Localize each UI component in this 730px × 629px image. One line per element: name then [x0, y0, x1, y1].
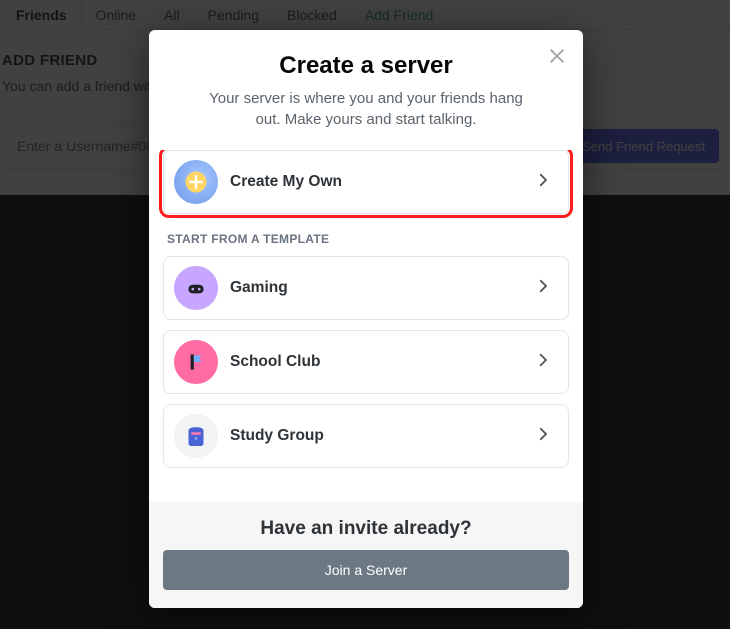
create-server-modal: Create a server Your server is where you…: [149, 30, 583, 608]
modal-options-scroll[interactable]: Create My Own START FROM A TEMPLATE Gami…: [149, 150, 583, 502]
create-own-icon: [174, 160, 218, 204]
footer-title: Have an invite already?: [163, 518, 569, 540]
option-label: Study Group: [230, 427, 534, 445]
join-server-button[interactable]: Join a Server: [163, 550, 569, 590]
study-group-icon: [174, 414, 218, 458]
overflow-spacer: [163, 478, 569, 492]
modal-subtitle: Your server is where you and your friend…: [177, 88, 555, 130]
modal-footer: Have an invite already? Join a Server: [149, 502, 583, 608]
close-icon[interactable]: [545, 44, 569, 68]
option-create-my-own[interactable]: Create My Own: [163, 150, 569, 214]
option-label: School Club: [230, 353, 534, 371]
chevron-right-icon: [534, 277, 552, 300]
option-label: Create My Own: [230, 173, 534, 191]
option-school-club[interactable]: School Club: [163, 330, 569, 394]
option-label: Gaming: [230, 279, 534, 297]
modal-title: Create a server: [177, 52, 555, 80]
gaming-icon: [174, 266, 218, 310]
templates-header: START FROM A TEMPLATE: [167, 232, 569, 246]
school-club-icon: [174, 340, 218, 384]
chevron-right-icon: [534, 171, 552, 194]
option-study-group[interactable]: Study Group: [163, 404, 569, 468]
chevron-right-icon: [534, 425, 552, 448]
option-gaming[interactable]: Gaming: [163, 256, 569, 320]
chevron-right-icon: [534, 351, 552, 374]
